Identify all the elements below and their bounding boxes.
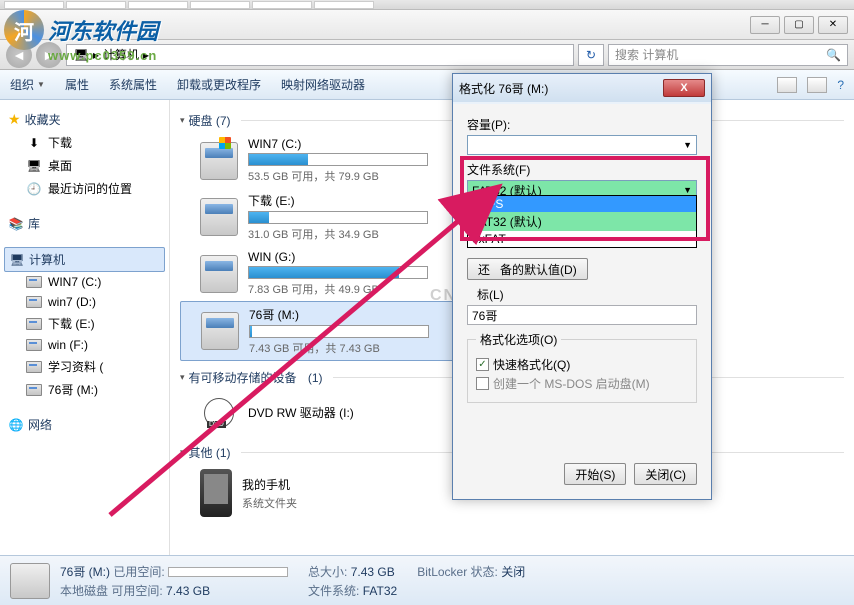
minimize-button[interactable]: ─ [750,16,780,34]
drive-icon [200,198,238,236]
download-icon: ⬇ [26,135,42,151]
dvd-drive[interactable]: DVD DVD RW 驱动器 (I:) [180,390,460,436]
sidebar-desktop[interactable]: 🖥桌面 [4,154,165,177]
map-network-drive-button[interactable]: 映射网络驱动器 [281,76,365,93]
status-bar: 76哥 (M:) 已用空间: 本地磁盘 可用空间: 7.43 GB 总大小: 7… [0,555,854,605]
sidebar-drive-f[interactable]: win (F:) [4,335,165,355]
volume-label-input[interactable]: 76哥 [467,305,697,325]
library-icon: 📚 [8,216,24,232]
search-input[interactable]: 搜索 计算机 🔍 [608,44,848,66]
msdos-checkbox[interactable]: 创建一个 MS-DOS 启动盘(M) [476,375,688,392]
help-icon[interactable]: ? [837,78,844,92]
drive-e[interactable]: 下载 (E:) 31.0 GB 可用，共 34.9 GB [180,188,460,246]
breadcrumb[interactable]: 🖥 ▸ 计算机 ▸ [66,44,574,66]
computer-icon: 🖥 [73,47,89,63]
network-icon: 🌐 [8,417,24,433]
sidebar-drive-e[interactable]: 下载 (E:) [4,312,165,335]
usage-bar [168,567,288,577]
organize-menu[interactable]: 组织▼ [10,76,45,93]
favorites-header[interactable]: ★收藏夹 [4,108,165,131]
refresh-button[interactable]: ↻ [578,44,604,66]
fs-option-fat32[interactable]: FAT32 (默认) [468,212,696,231]
checkbox-checked-icon: ✓ [476,358,489,371]
window-close-button[interactable]: ✕ [818,16,848,34]
capacity-select[interactable]: ▼ [467,135,697,155]
sidebar-drive-g[interactable]: 学习资料 ( [4,355,165,378]
start-button[interactable]: 开始(S) [564,463,626,485]
dialog-titlebar[interactable]: 格式化 76哥 (M:) X [453,74,711,102]
dialog-title: 格式化 76哥 (M:) [459,80,548,97]
drive-icon [26,296,42,308]
sidebar-drive-m[interactable]: 76哥 (M:) [4,378,165,401]
nav-bar: ◄ ► 🖥 ▸ 计算机 ▸ ↻ 搜索 计算机 🔍 [0,40,854,70]
network-header[interactable]: 🌐网络 [4,413,165,436]
drive-icon [201,312,239,350]
computer-icon: 🖥 [9,252,25,268]
dialog-close-button[interactable]: X [663,79,705,97]
checkbox-icon [476,377,489,390]
device-phone[interactable]: 我的手机 系统文件夹 [180,465,460,521]
format-dialog: 格式化 76哥 (M:) X 容量(P): ▼ 文件系统(F) FAT32 (默… [452,73,712,500]
command-bar: 组织▼ 属性 系统属性 卸载或更改程序 映射网络驱动器 ? [0,70,854,100]
phone-icon [200,469,232,517]
drive-icon [200,255,238,293]
drive-icon [26,318,42,330]
drive-icon [26,361,42,373]
star-icon: ★ [8,111,21,128]
drive-icon [26,339,42,351]
close-button[interactable]: 关闭(C) [634,463,697,485]
browser-tab-strip [0,0,854,10]
search-icon: 🔍 [826,48,841,62]
filesystem-label: 文件系统(F) [467,161,697,178]
properties-button[interactable]: 属性 [65,76,89,93]
forward-button[interactable]: ► [36,42,62,68]
sidebar-drive-c[interactable]: WIN7 (C:) [4,272,165,292]
maximize-button[interactable]: ▢ [784,16,814,34]
volume-label-text: 标(L) [467,286,697,303]
drive-c[interactable]: WIN7 (C:) 53.5 GB 可用，共 79.9 GB [180,133,460,188]
recent-icon: 🕘 [26,181,42,197]
fs-option-exfat[interactable]: exFAT [468,231,696,247]
sidebar-recent[interactable]: 🕘最近访问的位置 [4,177,165,200]
capacity-label: 容量(P): [467,116,697,133]
computer-header[interactable]: 🖥计算机 [4,247,165,272]
system-properties-button[interactable]: 系统属性 [109,76,157,93]
drive-m[interactable]: 76哥 (M:) 7.43 GB 可用，共 7.43 GB [180,301,460,361]
breadcrumb-computer[interactable]: 计算机 [103,46,139,63]
drive-icon [26,384,42,396]
libraries-header[interactable]: 📚库 [4,212,165,235]
drive-g[interactable]: WIN (G:) 7.83 GB 可用，共 49.9 GB [180,246,460,301]
sidebar-downloads[interactable]: ⬇下载 [4,131,165,154]
dvd-icon: DVD [200,394,238,432]
sidebar-drive-d[interactable]: win7 (D:) [4,292,165,312]
desktop-icon: 🖥 [26,158,42,174]
drive-icon [26,276,42,288]
drive-icon [10,563,50,599]
uninstall-button[interactable]: 卸载或更改程序 [177,76,261,93]
fs-option-ntfs[interactable]: NTFS [468,196,696,212]
search-placeholder: 搜索 计算机 [615,46,678,63]
drive-icon [200,142,238,180]
quick-format-checkbox[interactable]: ✓快速格式化(Q) [476,356,688,373]
restore-defaults-button[interactable]: 还 备的默认值(D) [467,258,588,280]
back-button[interactable]: ◄ [6,42,32,68]
view-toggle-button[interactable] [777,77,797,93]
filesystem-dropdown-list: NTFS FAT32 (默认) exFAT [467,195,697,248]
window-titlebar: ─ ▢ ✕ [0,10,854,40]
format-options-group: 格式化选项(O) ✓快速格式化(Q) 创建一个 MS-DOS 启动盘(M) [467,331,697,403]
preview-pane-button[interactable] [807,77,827,93]
sidebar: ★收藏夹 ⬇下载 🖥桌面 🕘最近访问的位置 📚库 🖥计算机 WIN7 (C:) … [0,100,170,555]
